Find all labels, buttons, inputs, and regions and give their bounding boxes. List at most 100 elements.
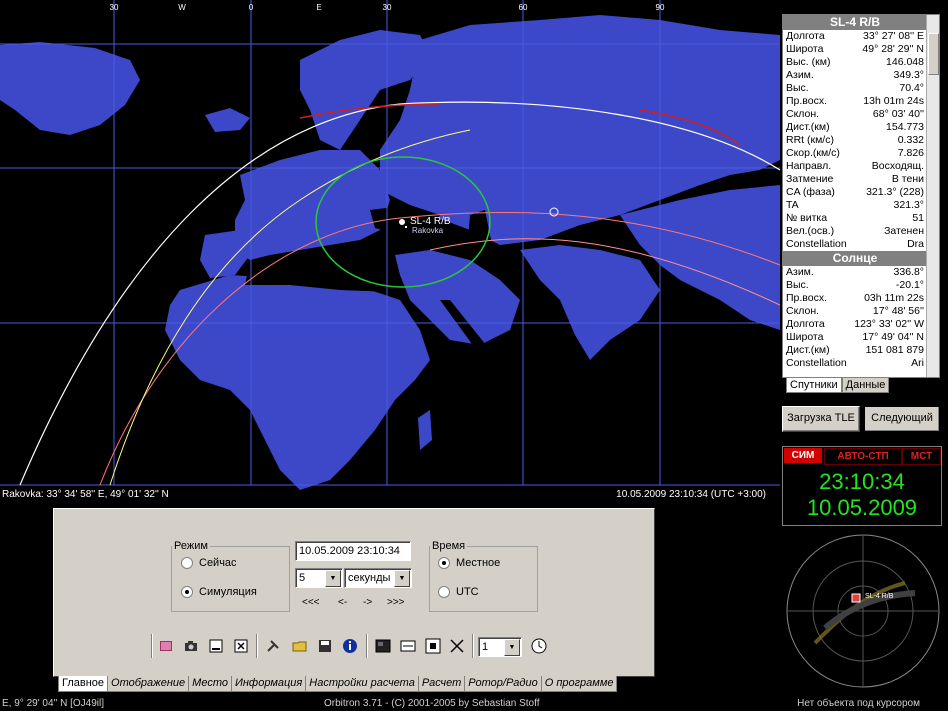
- info-row-key: CA (фаза): [786, 186, 835, 198]
- lon-label: 30: [382, 3, 392, 12]
- mode-now-radio[interactable]: Сейчас: [181, 557, 237, 569]
- info-row-value: 151 081 879: [865, 344, 924, 356]
- main-tabs: Главное Отображение Место Информация Нас…: [58, 676, 618, 692]
- mode-sim-label: Симуляция: [199, 586, 257, 598]
- save-icon[interactable]: [315, 636, 335, 656]
- info-row-value: 68° 03' 40'': [872, 108, 924, 120]
- step-value: 5: [299, 572, 306, 584]
- nav-fast-forward-button[interactable]: >>>: [387, 597, 405, 608]
- radio-circle-selected: [438, 557, 450, 569]
- tab-location[interactable]: Место: [188, 676, 232, 692]
- info-row-key: Долгота: [786, 30, 825, 42]
- tab-satellites[interactable]: Спутники: [786, 378, 842, 393]
- zoom-dropdown[interactable]: 1 ▼: [478, 637, 522, 657]
- info-row-value: Dra: [907, 238, 924, 250]
- nav-forward-button[interactable]: ->: [363, 597, 372, 608]
- info-row-value: 336.8°: [893, 266, 924, 278]
- info-row-key: Скор.(км/с): [786, 147, 840, 159]
- info-row: CA (фаза) 321.3° (228): [783, 186, 927, 199]
- tools-icon[interactable]: [263, 636, 283, 656]
- close-icon[interactable]: [231, 636, 251, 656]
- info-scrollbar[interactable]: [926, 15, 939, 377]
- lon-label: E: [316, 3, 322, 12]
- time-utc-radio[interactable]: UTC: [438, 586, 479, 598]
- tab-about[interactable]: О программе: [540, 676, 618, 692]
- map-datetime: 10.05.2009 23:10:34 (UTC +3:00): [616, 489, 766, 500]
- unit-dropdown[interactable]: секунды ▼: [344, 568, 412, 588]
- datetime-input[interactable]: 10.05.2009 23:10:34: [295, 541, 411, 561]
- map-view-icon[interactable]: [373, 636, 393, 656]
- info-row: Азим. 336.8°: [783, 266, 927, 279]
- info-row-key: Пр.восх.: [786, 292, 828, 304]
- tab-rotor-radio[interactable]: Ротор/Радио: [464, 676, 542, 692]
- info-row: № витка 51: [783, 212, 927, 225]
- info-row: Склон. 68° 03' 40'': [783, 108, 927, 121]
- info-row-key: Constellation: [786, 238, 847, 250]
- dropdown-arrow-icon[interactable]: ▼: [394, 570, 410, 587]
- status-copyright: Orbitron 3.71 - (C) 2001-2005 by Sebasti…: [324, 698, 540, 709]
- mode-auto-dst-indicator[interactable]: АВТО-СТП: [824, 448, 902, 465]
- load-tle-button[interactable]: Загрузка TLE: [782, 406, 860, 432]
- dropdown-arrow-icon[interactable]: ▼: [325, 570, 341, 587]
- info-row: Скор.(км/с) 7.826: [783, 147, 927, 160]
- nav-back-button[interactable]: <-: [338, 597, 347, 608]
- radio-circle: [438, 586, 450, 598]
- fullscreen-icon[interactable]: [447, 636, 467, 656]
- tab-main[interactable]: Главное: [58, 676, 109, 692]
- mode-sim-radio[interactable]: Симуляция: [181, 586, 257, 598]
- scroll-thumb[interactable]: [928, 33, 939, 75]
- info-row: Долгота 33° 27' 08'' E: [783, 30, 927, 43]
- info-row-value: 321.3° (228): [866, 186, 924, 198]
- mode-sim-indicator[interactable]: СИМ: [784, 448, 822, 463]
- book-icon[interactable]: [156, 636, 176, 656]
- radar-canvas: [786, 534, 940, 688]
- info-row-value: 03h 11m 22s: [864, 292, 924, 304]
- info-row-value: 154.773: [886, 121, 924, 133]
- tab-calc-settings[interactable]: Настройки расчета: [305, 676, 419, 692]
- zoom-value: 1: [482, 641, 489, 653]
- lon-label: 30: [109, 3, 119, 12]
- status-coordinates: E, 9° 29' 04'' N [OJ49il]: [2, 698, 104, 709]
- info-row-value: В тени: [891, 173, 924, 185]
- radar-view[interactable]: SL-4 R/B: [785, 533, 941, 689]
- info-row: Пр.восх. 03h 11m 22s: [783, 292, 927, 305]
- fit-width-icon[interactable]: [398, 636, 418, 656]
- info-row: Затмение В тени: [783, 173, 927, 186]
- sun-data-list: Азим. 336.8° Выс. -20.1° Пр.восх. 03h 11m 22s…: [783, 266, 939, 370]
- dropdown-arrow-icon[interactable]: ▼: [504, 639, 520, 656]
- next-button[interactable]: Следующий: [864, 406, 940, 432]
- info-row: Широта 49° 28' 29'' N: [783, 43, 927, 56]
- toolbar-separator: [366, 634, 368, 658]
- mode-local-indicator[interactable]: МСТ: [902, 448, 941, 465]
- clock-panel: СИМ АВТО-СТП МСТ 23:10:34 10.05.2009: [782, 446, 942, 526]
- zoom-fit-icon[interactable]: [423, 636, 443, 656]
- radio-circle: [181, 557, 193, 569]
- camera-icon[interactable]: [181, 636, 201, 656]
- nav-fast-back-button[interactable]: <<<: [302, 597, 320, 608]
- radio-circle-selected: [181, 586, 193, 598]
- info-row-value: 51: [912, 212, 924, 224]
- tab-information[interactable]: Информация: [230, 676, 307, 692]
- info-row: Дист.(км) 151 081 879: [783, 344, 927, 357]
- info-row-key: RRt (км/с): [786, 134, 834, 146]
- open-folder-icon[interactable]: [290, 636, 310, 656]
- info-panel[interactable]: SL-4 R/B Долгота 33° 27' 08'' E Широта 49° …: [782, 14, 940, 378]
- tab-data[interactable]: Данные: [841, 378, 890, 393]
- mode-legend: Режим: [174, 540, 208, 552]
- info-row: Долгота 123° 33' 02'' W: [783, 318, 927, 331]
- world-map[interactable]: 30 W 0 E 30 60 90 SL-4 R/B Rakovka Rakov…: [0, 0, 780, 503]
- step-dropdown[interactable]: 5 ▼: [295, 568, 343, 588]
- radar-satellite-marker: [851, 593, 861, 603]
- info-row-key: Затмение: [786, 173, 834, 185]
- clock-icon[interactable]: [529, 636, 549, 656]
- info-row-key: № витка: [786, 212, 828, 224]
- info-row-value: 7.826: [897, 147, 924, 159]
- tab-display[interactable]: Отображение: [107, 676, 190, 692]
- time-local-radio[interactable]: Местное: [438, 557, 500, 569]
- minimize-icon[interactable]: [206, 636, 226, 656]
- observer-marker: [405, 226, 407, 228]
- toolbar-separator: [256, 634, 258, 658]
- info-icon[interactable]: [340, 636, 360, 656]
- info-row-key: TA: [786, 199, 799, 211]
- tab-calculation[interactable]: Расчет: [417, 676, 466, 692]
